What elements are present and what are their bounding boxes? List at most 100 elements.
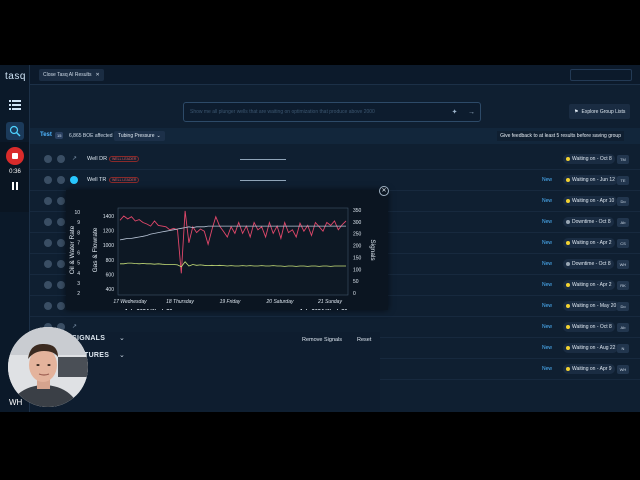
assignee-avatar[interactable]: TM xyxy=(617,155,629,164)
close-icon[interactable]: ✕ xyxy=(96,72,100,78)
status-pill[interactable]: Waiting on - Apr 10 xyxy=(563,196,618,206)
check-circle-icon[interactable] xyxy=(57,281,65,289)
chevron-down-icon[interactable]: ⌄ xyxy=(119,335,127,343)
reset-button[interactable]: Reset xyxy=(353,334,375,345)
status-pill[interactable]: Waiting on - Apr 9 xyxy=(563,364,615,374)
plot-area xyxy=(117,207,349,296)
assignee-avatar[interactable]: TE xyxy=(617,176,629,185)
status-text: Waiting on - Oct 8 xyxy=(572,156,612,162)
assignee-avatar[interactable]: CS xyxy=(617,239,629,248)
check-circle-icon[interactable] xyxy=(57,176,65,184)
right-tick-label: 100 xyxy=(353,267,362,273)
x-tick-label: 17 Wednesday xyxy=(113,299,147,305)
stop-recording-button[interactable] xyxy=(6,147,24,165)
thumbs-down-icon[interactable] xyxy=(44,260,52,268)
filter-chip-label: Tubing Pressure xyxy=(118,133,155,139)
assignee-avatar[interactable]: Ab xyxy=(617,218,629,227)
assignee-avatar[interactable]: WH xyxy=(617,260,629,269)
results-tab[interactable]: Close Tasq AI Results ✕ xyxy=(39,69,104,81)
thumbs-down-icon[interactable] xyxy=(44,239,52,247)
left-outer-tick-label: 7 xyxy=(77,240,80,246)
webcam-initials: WH xyxy=(9,398,23,407)
left-outer-tick-label: 3 xyxy=(77,281,80,287)
status-pill[interactable]: Waiting on - Aug 22 xyxy=(563,343,619,353)
assignee-avatar[interactable]: Ab xyxy=(617,323,629,332)
left-outer-tick-label: 2 xyxy=(77,291,80,297)
app-logo: tasq xyxy=(5,71,26,82)
thumbs-down-icon[interactable] xyxy=(44,176,52,184)
well-row[interactable]: Well TR WELL LEADER New Waiting on - Jun 12… xyxy=(30,170,640,191)
new-badge: New xyxy=(542,324,553,330)
x-tick-label: 21 Sunday xyxy=(317,299,342,305)
share-icon[interactable]: ↗ xyxy=(72,323,77,330)
assignee-avatar[interactable]: WH xyxy=(617,365,629,374)
status-pill[interactable]: Waiting on - Apr 2 xyxy=(563,238,615,248)
well-name[interactable]: Well TR xyxy=(87,177,106,183)
status-pill[interactable]: Waiting on - Apr 2 xyxy=(563,280,615,290)
check-circle-icon[interactable] xyxy=(57,260,65,268)
signal-chart: 1098765432140012001000800600400350300250… xyxy=(69,207,376,310)
group-name[interactable]: Test xyxy=(40,132,52,138)
check-circle-icon[interactable] xyxy=(57,302,65,310)
x-group-label: July 2024 Week 30 xyxy=(299,309,347,310)
list-icon[interactable] xyxy=(6,96,24,114)
remove-signals-button[interactable]: Remove Signals xyxy=(298,334,346,345)
status-pill[interactable]: Waiting on - Oct 8 xyxy=(563,154,615,164)
chevron-down-icon[interactable]: ⌄ xyxy=(119,352,127,360)
left-outer-tick-label: 10 xyxy=(74,210,80,216)
assignee-avatar[interactable]: N xyxy=(617,344,629,353)
explore-group-lists-button[interactable]: ⚑ Explore Group Lists xyxy=(569,104,631,119)
submit-arrow-icon[interactable]: → xyxy=(467,108,476,117)
assignee-avatar[interactable]: Do xyxy=(617,197,629,206)
left-inner-tick-label: 1000 xyxy=(103,243,114,249)
group-count-badge: 15 xyxy=(55,132,64,139)
thumbs-down-icon[interactable] xyxy=(44,218,52,226)
status-pill[interactable]: Waiting on - Jun 12 xyxy=(563,175,618,185)
assignee-avatar[interactable]: Do xyxy=(617,302,629,311)
check-circle-icon[interactable] xyxy=(57,239,65,247)
left-inner-tick-label: 600 xyxy=(106,272,115,278)
share-icon[interactable]: ↗ xyxy=(72,155,77,162)
status-pill[interactable]: Waiting on - May 20 xyxy=(563,301,620,311)
status-pill[interactable]: Waiting on - Oct 8 xyxy=(563,322,615,332)
thumbs-down-icon[interactable] xyxy=(44,197,52,205)
status-pill[interactable]: Downtime - Oct 8 xyxy=(563,217,614,227)
well-leader-tag: WELL LEADER xyxy=(109,156,140,162)
check-circle-icon[interactable] xyxy=(57,197,65,205)
status-text: Waiting on - Aug 22 xyxy=(572,345,616,351)
sparkle-icon[interactable]: ✦ xyxy=(450,108,459,117)
new-badge: New xyxy=(542,198,553,204)
well-name[interactable]: Well DR xyxy=(87,156,107,162)
status-dot xyxy=(566,220,570,224)
thumbs-down-icon[interactable] xyxy=(44,281,52,289)
assignee-avatar[interactable]: RK xyxy=(617,281,629,290)
new-badge: New xyxy=(542,261,553,267)
status-dot xyxy=(566,178,570,182)
top-right-button[interactable] xyxy=(570,69,632,81)
close-popup-icon[interactable]: ✕ xyxy=(379,186,389,196)
x-tick-label: 19 Friday xyxy=(220,299,241,305)
x-tick-label: 18 Thursday xyxy=(166,299,194,305)
group-icon: ⚑ xyxy=(574,108,579,115)
tubing-pressure-filter[interactable]: Tubing Pressure ⌄ xyxy=(114,131,165,141)
check-circle-icon[interactable] xyxy=(57,155,65,163)
new-badge: New xyxy=(542,345,553,351)
check-circle-icon[interactable] xyxy=(57,218,65,226)
status-pill[interactable]: Downtime - Oct 8 xyxy=(563,259,614,269)
status-dot xyxy=(566,241,570,245)
explore-label: Explore Group Lists xyxy=(581,108,626,115)
right-tick-label: 250 xyxy=(353,232,362,238)
status-text: Downtime - Oct 8 xyxy=(572,261,611,267)
status-dot xyxy=(566,304,570,308)
ai-search-bar[interactable]: Show me all plunger wells that are waiti… xyxy=(183,102,481,122)
ai-search-icon[interactable] xyxy=(6,122,24,140)
recording-time: 0:36 xyxy=(9,169,21,175)
well-row[interactable]: ↗ Well DR WELL LEADER Waiting on - Oct 8 TM xyxy=(30,149,640,170)
new-badge: New xyxy=(542,240,553,246)
active-cursor-icon[interactable] xyxy=(70,176,78,184)
pause-icon[interactable] xyxy=(11,182,19,190)
right-tick-label: 150 xyxy=(353,255,362,261)
thumbs-down-icon[interactable] xyxy=(44,302,52,310)
left-inner-tick-label: 1400 xyxy=(103,214,114,220)
thumbs-down-icon[interactable] xyxy=(44,155,52,163)
